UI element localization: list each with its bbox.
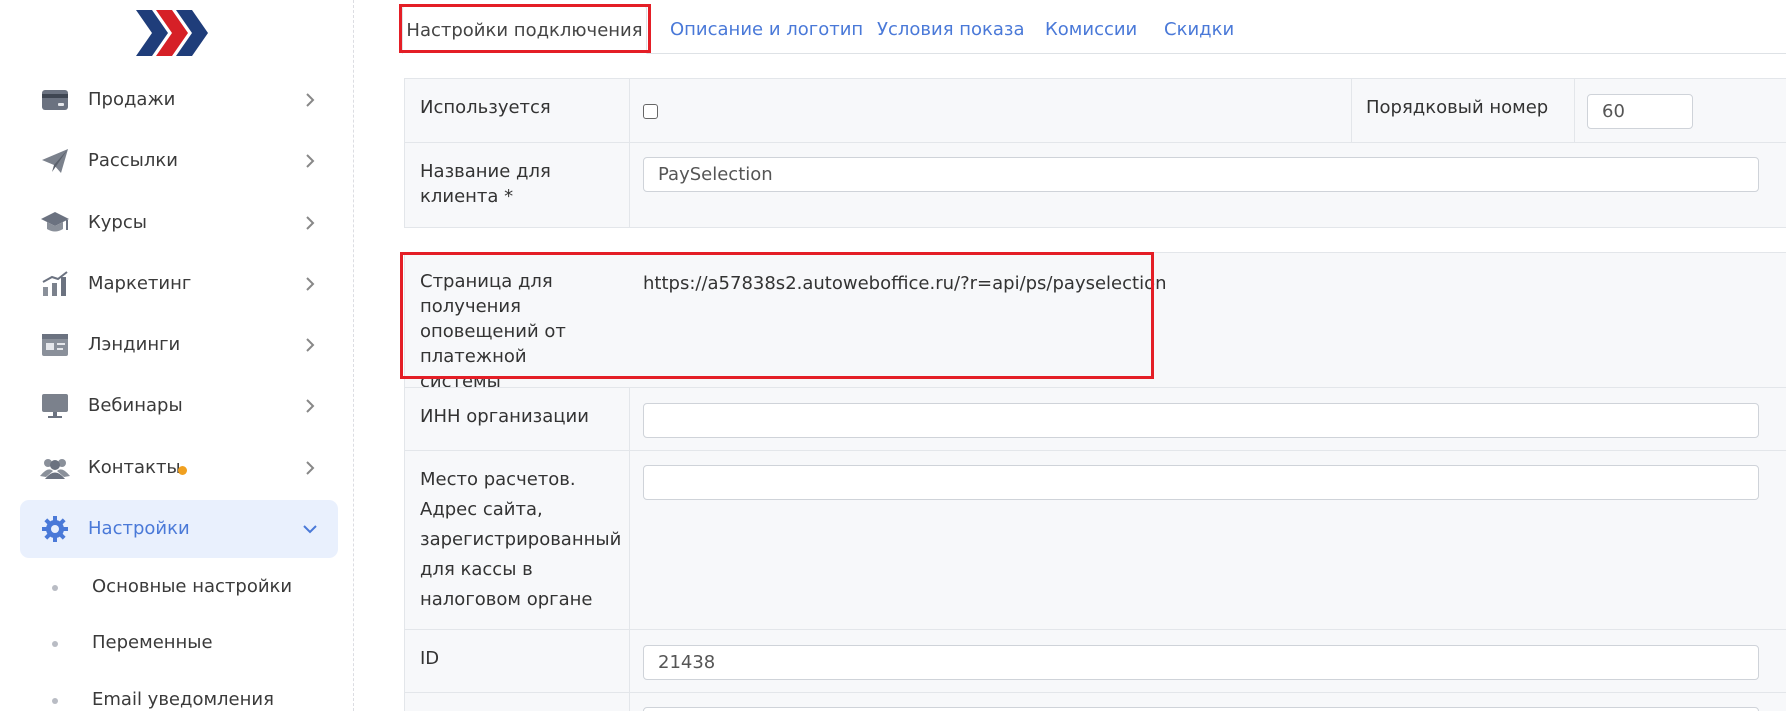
sidebar-item-sales[interactable]: Продажи — [20, 71, 338, 129]
field-cell-inn — [629, 388, 1786, 450]
app-window: Продажи Рассылки Курсы Маркетинг Лэндинг… — [0, 0, 1786, 711]
place-input[interactable] — [643, 465, 1759, 500]
inn-input[interactable] — [643, 403, 1759, 438]
tab-commissions[interactable]: Комиссии — [1045, 5, 1137, 54]
field-cell-client-name — [629, 143, 1786, 227]
sidebar-item-settings[interactable]: Настройки — [20, 500, 338, 558]
sidebar-item-label: Курсы — [88, 212, 147, 233]
field-cell-place — [629, 451, 1786, 629]
form-row-notify-page: Страница для получения оповещений от пла… — [404, 252, 1786, 392]
chevron-right-icon — [300, 458, 320, 478]
tab-display-conditions[interactable]: Условия показа — [877, 5, 1025, 54]
field-label-place: Место расчетов. Адрес сайта, зарегистрир… — [420, 469, 622, 610]
bullet-icon — [52, 585, 58, 591]
field-label-used: Используется — [420, 97, 551, 118]
sidebar-item-mailings[interactable]: Рассылки — [20, 132, 338, 190]
sidebar-item-label: Вебинары — [88, 395, 183, 416]
monitor-icon — [40, 391, 70, 421]
sidebar-subitem-label: Переменные — [92, 632, 213, 653]
sidebar-item-label: Лэндинги — [88, 334, 181, 355]
form-row-next — [404, 692, 1786, 711]
sidebar-item-contacts[interactable]: Контакты — [20, 439, 338, 497]
id-input[interactable] — [643, 645, 1759, 680]
form-row-client-name: Название для клиента * — [404, 142, 1786, 227]
logo[interactable] — [136, 8, 212, 58]
order-number-input[interactable] — [1587, 94, 1693, 129]
sidebar-item-landings[interactable]: Лэндинги — [20, 316, 338, 374]
tab-discounts[interactable]: Скидки — [1164, 5, 1234, 54]
sidebar-item-marketing[interactable]: Маркетинг — [20, 255, 338, 313]
sidebar-subitem-label: Email уведомления — [92, 689, 274, 710]
landing-page-icon — [40, 330, 70, 360]
users-icon — [40, 453, 70, 483]
next-input[interactable] — [643, 707, 1759, 711]
chevron-right-icon — [300, 274, 320, 294]
form-row-place: Место расчетов. Адрес сайта, зарегистрир… — [404, 450, 1786, 629]
divider — [1574, 79, 1575, 142]
notify-page-url: https://a57838s2.autoweboffice.ru/?r=api… — [643, 273, 1167, 294]
tab-description-logo[interactable]: Описание и логотип — [670, 5, 863, 54]
sidebar-item-label: Продажи — [88, 89, 176, 110]
field-label-client-name: Название для клиента * — [420, 161, 551, 207]
sidebar-item-label: Контакты — [88, 457, 181, 478]
field-cell-notify-page: https://a57838s2.autoweboffice.ru/?r=api… — [629, 253, 1786, 387]
form-row-used: Используется Порядковый номер — [404, 78, 1786, 142]
client-name-input[interactable] — [643, 157, 1759, 192]
chevron-right-icon — [300, 213, 320, 233]
sidebar-item-label: Рассылки — [88, 150, 178, 171]
sidebar-item-label: Настройки — [88, 518, 190, 539]
card-icon — [40, 85, 70, 115]
chevron-right-icon — [300, 396, 320, 416]
chart-icon — [40, 269, 70, 299]
chevron-right-icon — [300, 335, 320, 355]
used-checkbox[interactable] — [643, 104, 658, 119]
notification-dot — [178, 466, 187, 475]
paper-plane-icon — [40, 146, 70, 176]
tab-bar: Настройки подключения Описание и логотип… — [402, 0, 1786, 54]
section-gap — [404, 227, 1786, 252]
form-row-inn: ИНН организации — [404, 387, 1786, 450]
bullet-icon — [52, 698, 58, 704]
sidebar: Продажи Рассылки Курсы Маркетинг Лэндинг… — [0, 0, 354, 711]
field-label-notify-page: Страница для получения оповещений от пла… — [420, 271, 566, 392]
bullet-icon — [52, 641, 58, 647]
sidebar-item-webinars[interactable]: Вебинары — [20, 377, 338, 435]
tab-connection-settings[interactable]: Настройки подключения — [402, 5, 647, 54]
sidebar-subitem-label: Основные настройки — [92, 576, 293, 597]
sidebar-item-label: Маркетинг — [88, 273, 192, 294]
field-cell-id — [629, 630, 1786, 692]
sidebar-item-courses[interactable]: Курсы — [20, 194, 338, 252]
field-cell-next — [629, 693, 1786, 711]
chevron-right-icon — [300, 151, 320, 171]
field-label-order: Порядковый номер — [1366, 97, 1549, 118]
gear-icon — [40, 514, 70, 544]
form-row-id: ID — [404, 629, 1786, 692]
field-label-inn: ИНН организации — [420, 406, 589, 427]
field-label-id: ID — [420, 648, 440, 669]
chevron-down-icon — [300, 519, 320, 539]
chevron-right-icon — [300, 90, 320, 110]
divider — [1351, 79, 1352, 142]
graduation-cap-icon — [40, 208, 70, 238]
